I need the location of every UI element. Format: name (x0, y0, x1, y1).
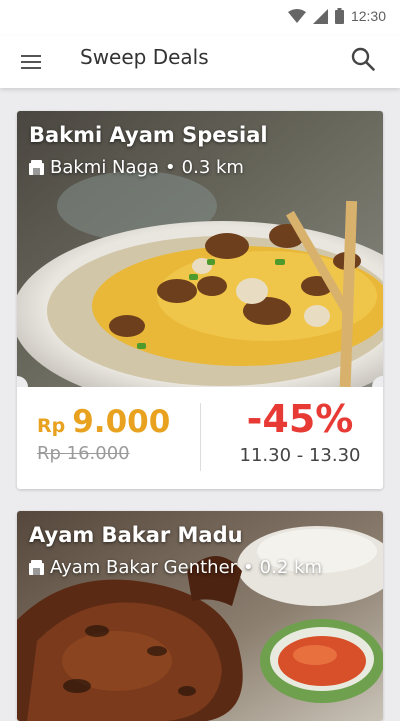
discount-badge: -45% (246, 397, 354, 441)
shop-icon (29, 160, 44, 175)
status-icons: 12:30 (287, 8, 386, 24)
deal-shop-row: Ayam Bakar Genther • 0.2 km (29, 557, 322, 578)
separator-dot: • (243, 557, 254, 578)
status-bar: 12:30 (0, 0, 400, 36)
shop-distance: 0.2 km (259, 557, 322, 578)
battery-icon (334, 8, 344, 24)
deal-info: Rp 9.000 Rp 16.000 -45% 11.30 - 13.30 (17, 387, 383, 489)
app-title: Sweep Deals (80, 45, 209, 69)
app-bar: Sweep Deals (0, 36, 400, 88)
price-currency: Rp (37, 415, 66, 437)
status-time: 12:30 (350, 8, 386, 24)
wifi-icon (287, 9, 306, 23)
shop-distance: 0.3 km (181, 157, 244, 178)
menu-icon[interactable] (21, 52, 43, 72)
old-price: Rp 16.000 (37, 443, 130, 464)
food-image (17, 111, 383, 387)
deal-card[interactable]: Ayam Bakar Madu Ayam Bakar Genther • 0.2… (17, 511, 383, 721)
shop-icon (29, 560, 44, 575)
deal-card[interactable]: Bakmi Ayam Spesial Bakmi Naga • 0.3 km R… (17, 111, 383, 489)
separator-dot: • (165, 157, 176, 178)
deal-title: Ayam Bakar Madu (29, 523, 243, 547)
search-icon[interactable] (350, 46, 376, 72)
deal-time-range: 11.30 - 13.30 (239, 445, 361, 466)
shop-name: Bakmi Naga (50, 157, 160, 178)
signal-icon (312, 8, 328, 24)
deal-title: Bakmi Ayam Spesial (29, 123, 268, 147)
price-value: 9.000 (72, 404, 171, 440)
deal-shop-row: Bakmi Naga • 0.3 km (29, 157, 244, 178)
divider (200, 403, 201, 471)
deal-price: Rp 9.000 (37, 404, 170, 440)
shop-name: Ayam Bakar Genther (50, 557, 238, 578)
